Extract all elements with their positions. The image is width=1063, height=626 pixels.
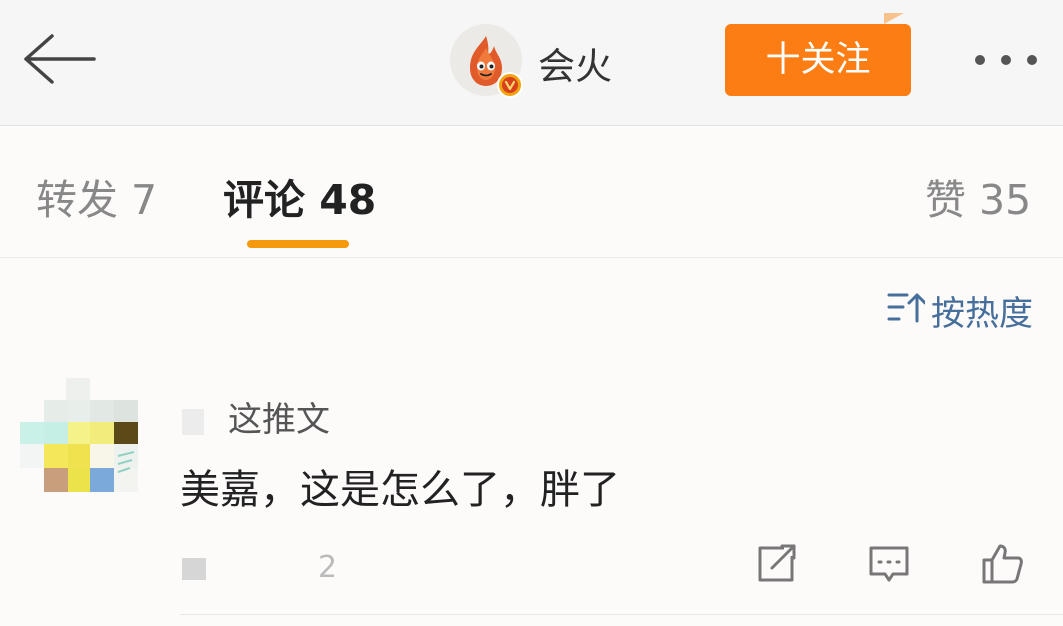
tab-comments[interactable]: 评论 48	[223, 166, 376, 226]
sort-hot-icon	[887, 293, 925, 323]
active-tab-indicator	[247, 240, 349, 248]
top-bar: 会火 十关注	[0, 0, 1063, 126]
share-icon[interactable]	[754, 542, 798, 586]
blurred-time-fragment	[182, 557, 206, 580]
blurred-name-fragment	[182, 408, 204, 435]
tab-likes[interactable]: 赞 35	[925, 166, 1031, 226]
verified-badge-icon	[497, 72, 523, 98]
comment-divider	[180, 614, 1063, 615]
arrow-left-icon[interactable]	[20, 30, 98, 88]
comment-text: 美嘉，这是怎么了，胖了	[180, 467, 620, 513]
follow-button-corner	[884, 13, 904, 24]
commenter-name[interactable]: 这推文	[182, 392, 330, 441]
tab-reposts[interactable]: 转发 7	[36, 166, 157, 226]
pixelated-avatar-image	[20, 378, 138, 492]
commenter-avatar[interactable]	[20, 378, 138, 496]
commenter-name-text: 这推文	[228, 400, 330, 440]
tab-bar: 转发 7 评论 48 赞 35	[0, 126, 1063, 258]
sort-label: 按热度	[931, 294, 1033, 334]
comment-meta-text: 2	[318, 550, 338, 585]
comment-meta: 2	[182, 550, 337, 585]
comment-icon[interactable]	[867, 542, 911, 586]
author-name[interactable]: 会火	[538, 36, 612, 90]
thumbs-up-icon[interactable]	[980, 542, 1024, 586]
follow-button[interactable]: 十关注	[725, 24, 911, 96]
more-dots-icon[interactable]	[970, 48, 1042, 72]
